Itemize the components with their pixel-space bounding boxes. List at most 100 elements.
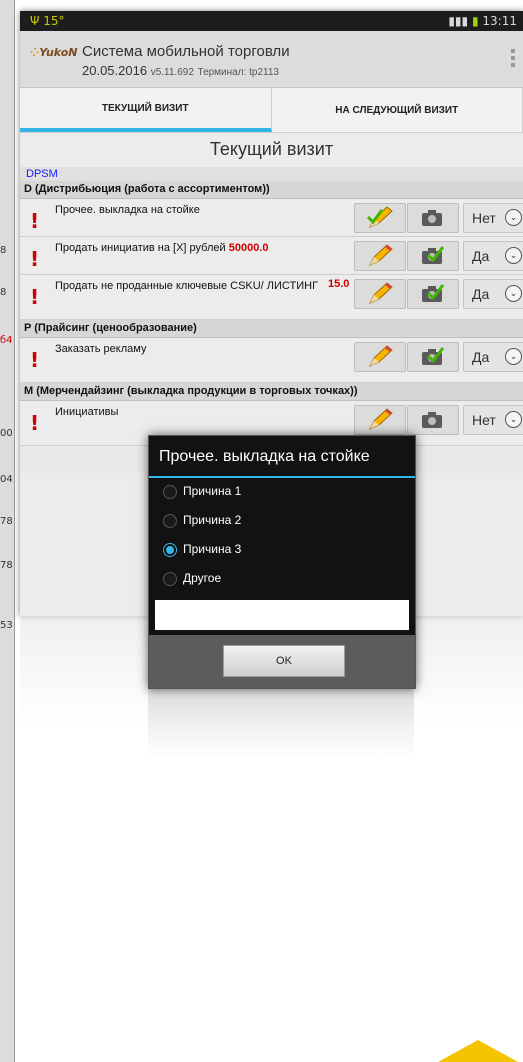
- group-label: DPSM: [20, 167, 523, 181]
- dialog-options: Причина 1 Причина 2 Причина 3 Другое: [149, 478, 415, 594]
- answer-value: Да: [472, 349, 490, 365]
- checklist: D (Дистрибьюция (работа с ассортиментом)…: [20, 181, 523, 446]
- option-label: Причина 3: [183, 542, 242, 556]
- row-value: 50000.0: [228, 242, 269, 254]
- signal-icon: ▮▮▮: [448, 14, 469, 28]
- dialog-option[interactable]: Причина 2: [149, 507, 415, 536]
- photo-button[interactable]: [407, 203, 459, 233]
- answer-select[interactable]: Нет ⌄: [463, 203, 523, 233]
- exclamation-icon: !: [30, 209, 40, 233]
- photo-button[interactable]: [407, 405, 459, 435]
- camera-icon: [420, 245, 446, 272]
- status-time: 13:11: [482, 14, 517, 28]
- answer-value: Нет: [472, 412, 496, 428]
- app-terminal: Терминал: tp2113: [197, 67, 279, 78]
- dialog-option[interactable]: Другое: [149, 565, 415, 594]
- row-label: Заказать рекламу: [55, 343, 147, 355]
- dialog-option[interactable]: Причина 3: [149, 536, 415, 565]
- option-label: Причина 1: [183, 484, 242, 498]
- app-version: v5.11.692: [150, 67, 194, 78]
- section-header: P (Прайсинг (ценообразование): [20, 320, 523, 338]
- camera-icon: [420, 346, 446, 373]
- checklist-row: ! Заказать рекламу Да ⌄: [20, 338, 523, 383]
- answer-select[interactable]: Да ⌄: [463, 342, 523, 372]
- dialog-reflection: [148, 688, 414, 758]
- edit-button[interactable]: [354, 405, 406, 435]
- pencil-icon: [365, 281, 395, 312]
- camera-icon: [420, 207, 446, 234]
- dialog-footer: OK: [149, 635, 415, 688]
- row-label: Инициативы: [55, 406, 119, 418]
- chevron-down-icon: ⌄: [505, 247, 522, 264]
- chevron-down-icon: ⌄: [505, 411, 522, 428]
- app-date: 20.05.2016: [82, 63, 148, 78]
- app-logo: ⁘YukoN: [30, 46, 78, 59]
- chevron-down-icon: ⌄: [505, 209, 522, 226]
- answer-value: Нет: [472, 210, 496, 226]
- chevron-down-icon: ⌄: [505, 348, 522, 365]
- corner-decoration: [438, 1040, 518, 1062]
- edit-button[interactable]: [354, 203, 406, 233]
- photo-button[interactable]: [407, 342, 459, 372]
- app-subtitle: 20.05.2016 v5.11.692 Терминал: tp2113: [82, 63, 279, 78]
- pencil-icon: [365, 407, 395, 438]
- checklist-row: ! Продать инициатив на [X] рублей 50000.0…: [20, 237, 523, 275]
- dialog-title: Прочее. выкладка на стойке: [149, 436, 415, 478]
- edge-number: 8: [0, 245, 7, 256]
- row-label: Прочее. выкладка на стойке: [55, 204, 200, 216]
- option-label: Другое: [183, 571, 222, 585]
- edit-button[interactable]: [354, 241, 406, 271]
- screen-title: Текущий визит: [20, 133, 523, 167]
- battery-icon: ▮: [471, 14, 479, 28]
- photo-button[interactable]: [407, 241, 459, 271]
- camera-icon: [420, 283, 446, 310]
- tab-next-visit[interactable]: НА СЛЕДУЮЩИЙ ВИЗИТ: [272, 88, 523, 132]
- edge-number: 00: [0, 428, 13, 439]
- camera-icon: [420, 409, 446, 436]
- edge-number: 78: [0, 516, 13, 527]
- pencil-icon: [365, 243, 395, 274]
- section-header: M (Мерчендайзинг (выкладка продукции в т…: [20, 383, 523, 401]
- row-label: Продать не проданные ключевые CSKU/ ЛИСТ…: [55, 280, 319, 292]
- dialog-text-input[interactable]: [155, 600, 409, 630]
- photo-button[interactable]: [407, 279, 459, 309]
- edge-number: 53: [0, 620, 13, 631]
- row-value: 15.0: [328, 278, 350, 290]
- radio-button[interactable]: [163, 572, 177, 586]
- edit-button[interactable]: [354, 279, 406, 309]
- exclamation-icon: !: [30, 411, 40, 435]
- edge-number: 04: [0, 474, 13, 485]
- radio-button[interactable]: [163, 543, 177, 557]
- exclamation-icon: !: [30, 247, 40, 271]
- answer-select[interactable]: Нет ⌄: [463, 405, 523, 435]
- pencil-icon: [365, 205, 395, 236]
- tab-current-visit[interactable]: ТЕКУЩИЙ ВИЗИТ: [20, 88, 272, 132]
- radio-button[interactable]: [163, 514, 177, 528]
- edge-number: 8: [0, 287, 7, 298]
- checklist-row: ! Продать не проданные ключевые CSKU/ ЛИС…: [20, 275, 523, 320]
- answer-select[interactable]: Да ⌄: [463, 241, 523, 271]
- overflow-menu-icon[interactable]: [511, 49, 515, 70]
- exclamation-icon: !: [30, 348, 40, 372]
- answer-value: Да: [472, 286, 490, 302]
- app-bar: ⁘YukoN Система мобильной торговли 20.05.…: [20, 31, 523, 88]
- checklist-row: ! Прочее. выкладка на стойке Нет ⌄: [20, 199, 523, 237]
- radio-button[interactable]: [163, 485, 177, 499]
- row-label: Продать инициатив на [X] рублей 50000.0: [55, 242, 269, 254]
- app-title: Система мобильной торговли: [82, 43, 290, 60]
- ok-button[interactable]: OK: [223, 645, 345, 677]
- background-window-edge: 8 8 б4 00 04 78 78 53: [0, 0, 15, 1062]
- exclamation-icon: !: [30, 285, 40, 309]
- answer-select[interactable]: Да ⌄: [463, 279, 523, 309]
- dialog-option[interactable]: Причина 1: [149, 478, 415, 507]
- chevron-down-icon: ⌄: [505, 285, 522, 302]
- pencil-icon: [365, 344, 395, 375]
- edit-button[interactable]: [354, 342, 406, 372]
- reason-dialog: Прочее. выкладка на стойке Причина 1 Прич…: [148, 435, 416, 689]
- tab-bar: ТЕКУЩИЙ ВИЗИТ НА СЛЕДУЮЩИЙ ВИЗИТ: [20, 88, 523, 133]
- edge-number: 78: [0, 560, 13, 571]
- section-header: D (Дистрибьюция (работа с ассортиментом)…: [20, 181, 523, 199]
- status-bar: Ψ 15° ▮▮▮ ▮ 13:11: [20, 11, 523, 31]
- answer-value: Да: [472, 248, 490, 264]
- status-left: Ψ 15°: [30, 14, 65, 28]
